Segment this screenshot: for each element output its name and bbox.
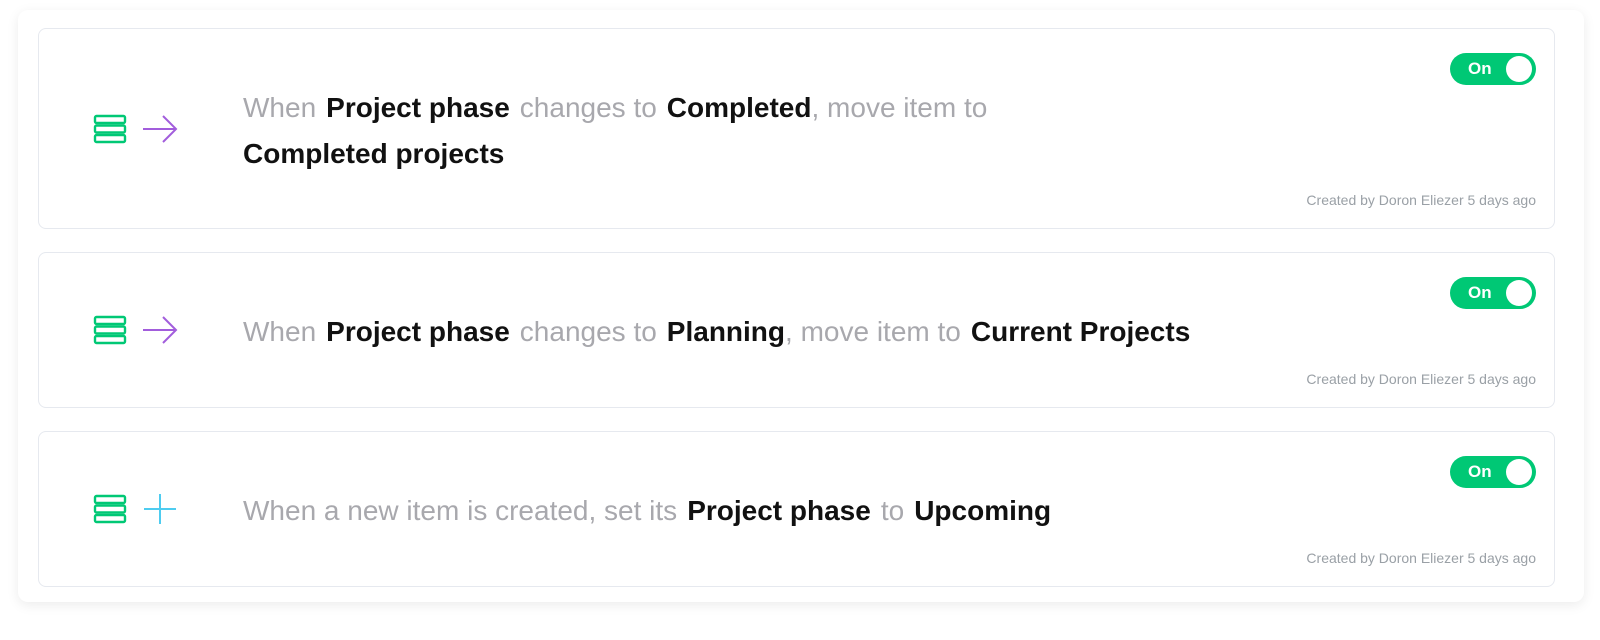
arrow-right-icon bbox=[143, 114, 178, 143]
toggle-label: On bbox=[1468, 462, 1492, 481]
recipe-icons bbox=[93, 114, 179, 144]
toggle-label: On bbox=[1468, 283, 1492, 302]
sentence-status-value[interactable]: Planning bbox=[667, 316, 785, 347]
automation-toggle[interactable]: On bbox=[1450, 456, 1536, 488]
sentence-text: to bbox=[880, 495, 905, 526]
sentence-text: When a new item is created, set its bbox=[243, 495, 678, 526]
automation-sentence: When Project phase changes to Completed, mo… bbox=[243, 85, 1063, 177]
board-icon bbox=[93, 315, 127, 345]
toggle-label: On bbox=[1468, 59, 1492, 78]
created-by-text: Created by Doron Eliezer 5 days ago bbox=[1306, 371, 1536, 387]
sentence-status-value[interactable]: Completed bbox=[667, 92, 812, 123]
sentence-column-name[interactable]: Project phase bbox=[687, 495, 871, 526]
automation-toggle[interactable]: On bbox=[1450, 53, 1536, 85]
toggle-knob bbox=[1506, 459, 1532, 485]
arrow-right-icon bbox=[143, 316, 178, 344]
sentence-status-value[interactable]: Upcoming bbox=[914, 495, 1051, 526]
automation-sentence: When Project phase changes to Planning, mov… bbox=[243, 309, 1343, 355]
sentence-text: changes to bbox=[519, 92, 657, 123]
board-icon bbox=[93, 114, 127, 143]
sentence-text: When bbox=[243, 92, 317, 123]
automation-sentence: When a new item is created, set its Proje… bbox=[243, 488, 1343, 534]
plus-icon bbox=[144, 494, 176, 524]
toggle-knob bbox=[1506, 56, 1532, 82]
sentence-group-name[interactable]: Current Projects bbox=[971, 316, 1190, 347]
sentence-text: changes to bbox=[519, 316, 657, 347]
sentence-group-name[interactable]: Completed projects bbox=[243, 138, 504, 169]
automation-toggle[interactable]: On bbox=[1450, 277, 1536, 309]
created-by-text: Created by Doron Eliezer 5 days ago bbox=[1306, 550, 1536, 566]
sentence-text: , move item to bbox=[785, 316, 961, 347]
sentence-column-name[interactable]: Project phase bbox=[326, 316, 510, 347]
automation-card[interactable]: When a new item is created, set its Proje… bbox=[38, 431, 1555, 587]
sentence-text: When bbox=[243, 316, 317, 347]
sentence-column-name[interactable]: Project phase bbox=[326, 92, 510, 123]
recipe-icons bbox=[93, 494, 179, 524]
toggle-knob bbox=[1506, 280, 1532, 306]
automation-card[interactable]: When Project phase changes to Planning, mov… bbox=[38, 252, 1555, 408]
created-by-text: Created by Doron Eliezer 5 days ago bbox=[1306, 192, 1536, 208]
recipe-icons bbox=[93, 315, 179, 345]
board-icon bbox=[93, 494, 127, 524]
automation-card[interactable]: When Project phase changes to Completed, mo… bbox=[38, 28, 1555, 229]
sentence-text: , move item to bbox=[811, 92, 988, 123]
